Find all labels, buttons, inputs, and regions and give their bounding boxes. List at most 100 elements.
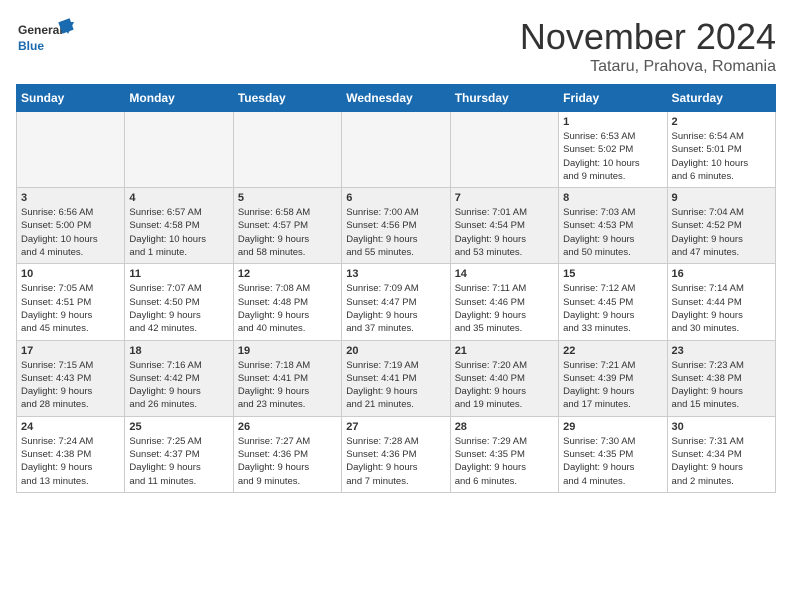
- calendar-cell: 24 Sunrise: 7:24 AM Sunset: 4:38 PM Dayli…: [17, 416, 125, 492]
- calendar-header-friday: Friday: [559, 85, 667, 112]
- calendar-cell: [125, 112, 233, 188]
- day-number: 28: [455, 421, 554, 433]
- day-info: Sunrise: 7:05 AM Sunset: 4:51 PM Dayligh…: [21, 282, 120, 335]
- calendar-cell: 17 Sunrise: 7:15 AM Sunset: 4:43 PM Dayli…: [17, 340, 125, 416]
- calendar-cell: 25 Sunrise: 7:25 AM Sunset: 4:37 PM Dayli…: [125, 416, 233, 492]
- day-number: 14: [455, 268, 554, 280]
- calendar-cell: [342, 112, 450, 188]
- calendar-cell: [450, 112, 558, 188]
- day-number: 5: [238, 192, 337, 204]
- day-info: Sunrise: 7:15 AM Sunset: 4:43 PM Dayligh…: [21, 359, 120, 412]
- day-info: Sunrise: 6:53 AM Sunset: 5:02 PM Dayligh…: [563, 130, 662, 183]
- day-number: 27: [346, 421, 445, 433]
- day-info: Sunrise: 7:04 AM Sunset: 4:52 PM Dayligh…: [672, 206, 771, 259]
- day-number: 17: [21, 345, 120, 357]
- calendar-cell: [233, 112, 341, 188]
- calendar-cell: 16Sunrise: 7:14 AM Sunset: 4:44 PM Dayli…: [667, 264, 775, 340]
- day-info: Sunrise: 7:21 AM Sunset: 4:39 PM Dayligh…: [563, 359, 662, 412]
- calendar-header-sunday: Sunday: [17, 85, 125, 112]
- calendar-cell: 8 Sunrise: 7:03 AM Sunset: 4:53 PM Daylig…: [559, 188, 667, 264]
- day-info: Sunrise: 6:56 AM Sunset: 5:00 PM Dayligh…: [21, 206, 120, 259]
- day-number: 23: [672, 345, 771, 357]
- day-info: Sunrise: 7:03 AM Sunset: 4:53 PM Dayligh…: [563, 206, 662, 259]
- day-info: Sunrise: 6:58 AM Sunset: 4:57 PM Dayligh…: [238, 206, 337, 259]
- day-info: Sunrise: 7:01 AM Sunset: 4:54 PM Dayligh…: [455, 206, 554, 259]
- calendar-cell: 15 Sunrise: 7:12 AM Sunset: 4:45 PM Dayli…: [559, 264, 667, 340]
- calendar-header-saturday: Saturday: [667, 85, 775, 112]
- calendar-cell: 9 Sunrise: 7:04 AM Sunset: 4:52 PM Daylig…: [667, 188, 775, 264]
- day-number: 11: [129, 268, 228, 280]
- day-info: Sunrise: 7:31 AM Sunset: 4:34 PM Dayligh…: [672, 435, 771, 488]
- day-number: 15: [563, 268, 662, 280]
- day-number: 4: [129, 192, 228, 204]
- day-info: Sunrise: 7:07 AM Sunset: 4:50 PM Dayligh…: [129, 282, 228, 335]
- page-header: General Blue November 2024 Tataru, Praho…: [16, 16, 776, 76]
- day-info: Sunrise: 7:28 AM Sunset: 4:36 PM Dayligh…: [346, 435, 445, 488]
- calendar-header-thursday: Thursday: [450, 85, 558, 112]
- day-info: Sunrise: 7:14 AM Sunset: 4:44 PM Dayligh…: [672, 282, 771, 335]
- calendar-cell: 27 Sunrise: 7:28 AM Sunset: 4:36 PM Dayli…: [342, 416, 450, 492]
- day-info: Sunrise: 7:29 AM Sunset: 4:35 PM Dayligh…: [455, 435, 554, 488]
- day-info: Sunrise: 7:12 AM Sunset: 4:45 PM Dayligh…: [563, 282, 662, 335]
- location: Tataru, Prahova, Romania: [520, 58, 776, 76]
- day-info: Sunrise: 7:20 AM Sunset: 4:40 PM Dayligh…: [455, 359, 554, 412]
- day-info: Sunrise: 7:30 AM Sunset: 4:35 PM Dayligh…: [563, 435, 662, 488]
- day-number: 6: [346, 192, 445, 204]
- calendar-cell: [17, 112, 125, 188]
- day-number: 2: [672, 116, 771, 128]
- calendar-cell: 4Sunrise: 6:57 AM Sunset: 4:58 PM Daylig…: [125, 188, 233, 264]
- day-number: 3: [21, 192, 120, 204]
- day-number: 21: [455, 345, 554, 357]
- day-number: 13: [346, 268, 445, 280]
- calendar-week-row: 10 Sunrise: 7:05 AM Sunset: 4:51 PM Dayli…: [17, 264, 776, 340]
- calendar-cell: 18 Sunrise: 7:16 AM Sunset: 4:42 PM Dayli…: [125, 340, 233, 416]
- day-number: 1: [563, 116, 662, 128]
- day-number: 25: [129, 421, 228, 433]
- calendar-cell: 3 Sunrise: 6:56 AM Sunset: 5:00 PM Daylig…: [17, 188, 125, 264]
- calendar-cell: 23 Sunrise: 7:23 AM Sunset: 4:38 PM Dayli…: [667, 340, 775, 416]
- calendar-cell: 11 Sunrise: 7:07 AM Sunset: 4:50 PM Dayli…: [125, 264, 233, 340]
- calendar-cell: 2Sunrise: 6:54 AM Sunset: 5:01 PM Daylig…: [667, 112, 775, 188]
- calendar-cell: 30 Sunrise: 7:31 AM Sunset: 4:34 PM Dayli…: [667, 416, 775, 492]
- day-number: 22: [563, 345, 662, 357]
- calendar-cell: 12Sunrise: 7:08 AM Sunset: 4:48 PM Dayli…: [233, 264, 341, 340]
- logo: General Blue: [16, 16, 76, 60]
- calendar-cell: 1 Sunrise: 6:53 AM Sunset: 5:02 PM Daylig…: [559, 112, 667, 188]
- calendar-cell: 28 Sunrise: 7:29 AM Sunset: 4:35 PM Dayli…: [450, 416, 558, 492]
- day-number: 10: [21, 268, 120, 280]
- calendar-week-row: 24 Sunrise: 7:24 AM Sunset: 4:38 PM Dayli…: [17, 416, 776, 492]
- calendar-cell: 22 Sunrise: 7:21 AM Sunset: 4:39 PM Dayli…: [559, 340, 667, 416]
- day-number: 7: [455, 192, 554, 204]
- day-info: Sunrise: 7:00 AM Sunset: 4:56 PM Dayligh…: [346, 206, 445, 259]
- day-info: Sunrise: 7:19 AM Sunset: 4:41 PM Dayligh…: [346, 359, 445, 412]
- calendar-header-tuesday: Tuesday: [233, 85, 341, 112]
- logo-svg: General Blue: [16, 16, 76, 60]
- day-number: 30: [672, 421, 771, 433]
- calendar-header-monday: Monday: [125, 85, 233, 112]
- day-number: 18: [129, 345, 228, 357]
- calendar-cell: 10 Sunrise: 7:05 AM Sunset: 4:51 PM Dayli…: [17, 264, 125, 340]
- day-info: Sunrise: 7:16 AM Sunset: 4:42 PM Dayligh…: [129, 359, 228, 412]
- title-block: November 2024 Tataru, Prahova, Romania: [520, 16, 776, 76]
- day-number: 20: [346, 345, 445, 357]
- day-info: Sunrise: 7:27 AM Sunset: 4:36 PM Dayligh…: [238, 435, 337, 488]
- calendar-cell: 20 Sunrise: 7:19 AM Sunset: 4:41 PM Dayli…: [342, 340, 450, 416]
- calendar-table: SundayMondayTuesdayWednesdayThursdayFrid…: [16, 84, 776, 493]
- calendar-cell: 21 Sunrise: 7:20 AM Sunset: 4:40 PM Dayli…: [450, 340, 558, 416]
- day-info: Sunrise: 7:24 AM Sunset: 4:38 PM Dayligh…: [21, 435, 120, 488]
- day-info: Sunrise: 7:08 AM Sunset: 4:48 PM Dayligh…: [238, 282, 337, 335]
- month-title: November 2024: [520, 16, 776, 58]
- day-number: 24: [21, 421, 120, 433]
- day-info: Sunrise: 7:09 AM Sunset: 4:47 PM Dayligh…: [346, 282, 445, 335]
- day-number: 26: [238, 421, 337, 433]
- calendar-cell: 5 Sunrise: 6:58 AM Sunset: 4:57 PM Daylig…: [233, 188, 341, 264]
- day-number: 29: [563, 421, 662, 433]
- day-number: 19: [238, 345, 337, 357]
- day-info: Sunrise: 7:23 AM Sunset: 4:38 PM Dayligh…: [672, 359, 771, 412]
- day-info: Sunrise: 7:25 AM Sunset: 4:37 PM Dayligh…: [129, 435, 228, 488]
- day-number: 8: [563, 192, 662, 204]
- calendar-header-row: SundayMondayTuesdayWednesdayThursdayFrid…: [17, 85, 776, 112]
- calendar-cell: 14Sunrise: 7:11 AM Sunset: 4:46 PM Dayli…: [450, 264, 558, 340]
- day-number: 9: [672, 192, 771, 204]
- calendar-week-row: 17 Sunrise: 7:15 AM Sunset: 4:43 PM Dayli…: [17, 340, 776, 416]
